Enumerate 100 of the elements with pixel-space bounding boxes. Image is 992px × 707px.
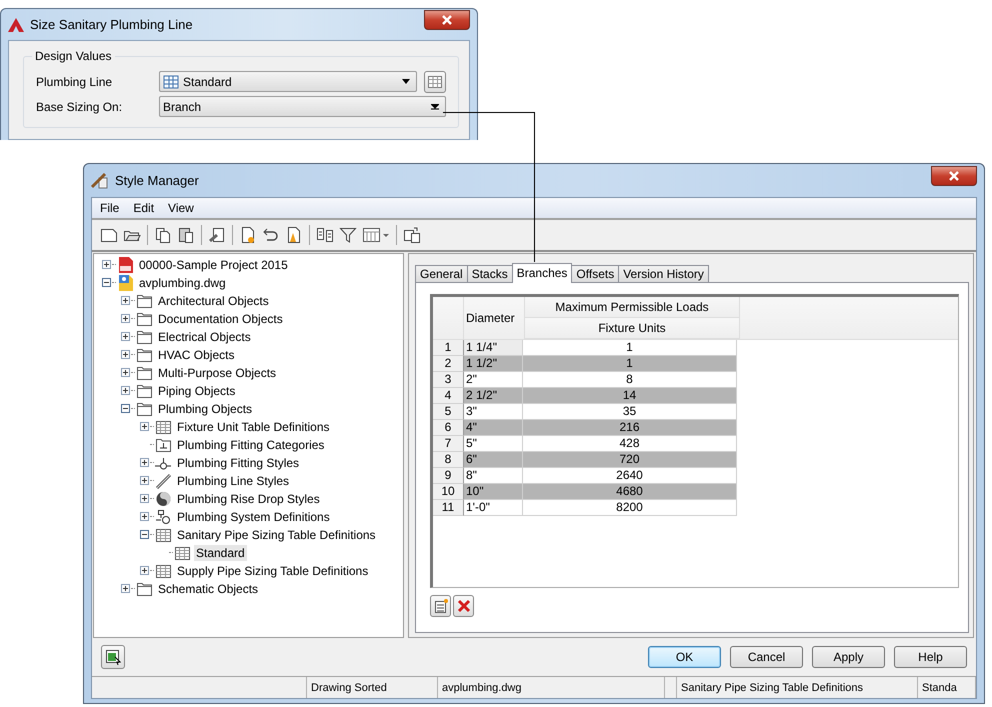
tree-item[interactable]: HVAC Objects xyxy=(156,346,236,363)
expander-icon[interactable] xyxy=(102,278,111,288)
expander-icon[interactable] xyxy=(140,476,149,486)
table-icon xyxy=(155,526,172,543)
tree-item[interactable]: Architectural Objects xyxy=(156,292,271,309)
column-header: Fixture Units xyxy=(525,318,739,339)
expander-icon[interactable] xyxy=(140,530,149,540)
tree-item[interactable]: Supply Pipe Sizing Table Definitions xyxy=(175,562,370,579)
dialog-button[interactable]: Cancel xyxy=(730,646,803,668)
table-cell: 2" xyxy=(464,372,523,388)
brush-document-icon[interactable] xyxy=(208,226,226,244)
delete-button[interactable] xyxy=(453,594,474,617)
brush-document-icon xyxy=(91,172,109,188)
table-editor-button[interactable] xyxy=(424,70,446,92)
menu-item[interactable]: Edit xyxy=(128,200,160,215)
table-cell: 8 xyxy=(523,372,737,388)
row-number: 3 xyxy=(433,372,464,388)
table-icon xyxy=(163,74,179,88)
status-pane: Standa xyxy=(918,677,976,698)
row-number: 7 xyxy=(433,436,464,452)
drawing-file-icon xyxy=(117,274,134,291)
table-cell: 1 1/2" xyxy=(464,356,523,372)
row-number: 1 xyxy=(433,340,464,356)
tree-item[interactable]: Electrical Objects xyxy=(156,328,253,345)
folder-icon xyxy=(136,328,153,345)
expander-icon[interactable] xyxy=(121,332,130,342)
expander-icon[interactable] xyxy=(121,368,130,378)
table-cell: 8" xyxy=(464,468,523,484)
folder-icon xyxy=(136,310,153,327)
project-file-icon xyxy=(117,256,134,273)
table-cell: 2 1/2" xyxy=(464,388,523,404)
tree-item[interactable]: Schematic Objects xyxy=(156,580,260,597)
row-number: 5 xyxy=(433,404,464,420)
compare-icon[interactable] xyxy=(316,226,334,244)
tree-item[interactable]: Plumbing System Definitions xyxy=(175,508,332,525)
row-number: 8 xyxy=(433,452,464,468)
table-cell: 1 1/4" xyxy=(464,340,523,356)
paste-icon[interactable] xyxy=(177,226,195,244)
tree-item[interactable]: 00000-Sample Project 2015 xyxy=(137,256,290,273)
viewer-button[interactable] xyxy=(101,645,125,670)
expander-icon[interactable] xyxy=(121,404,130,414)
tree-item[interactable]: Plumbing Line Styles xyxy=(175,472,292,489)
dialog-button[interactable]: Help xyxy=(894,646,967,668)
expander-icon[interactable] xyxy=(121,350,130,360)
tree-item[interactable]: Piping Objects xyxy=(156,382,238,399)
tree-item[interactable]: Plumbing Objects xyxy=(156,400,254,417)
row-number: 6 xyxy=(433,420,464,436)
menu-item[interactable]: File xyxy=(95,200,124,215)
tab[interactable]: General xyxy=(415,264,468,282)
close-button[interactable] xyxy=(424,10,470,30)
expander-icon[interactable] xyxy=(121,584,130,594)
table-cell: 35 xyxy=(523,404,737,420)
close-button[interactable] xyxy=(931,166,977,186)
expander-icon[interactable] xyxy=(140,458,149,468)
table-cell: 428 xyxy=(523,436,737,452)
expander-icon[interactable] xyxy=(121,314,130,324)
tree-item[interactable]: Plumbing Fitting Categories xyxy=(175,436,326,453)
tree-item[interactable]: Multi-Purpose Objects xyxy=(156,364,278,381)
dialog-button[interactable]: Apply xyxy=(812,646,885,668)
expander-icon[interactable] xyxy=(140,512,149,522)
tree-item[interactable]: Sanitary Pipe Sizing Table Definitions xyxy=(175,526,378,543)
tree-item[interactable]: Plumbing Rise Drop Styles xyxy=(175,490,322,507)
tree-item[interactable]: Standard xyxy=(194,544,247,561)
column-header: Diameter xyxy=(464,296,525,339)
tree-item[interactable]: Fixture Unit Table Definitions xyxy=(175,418,332,435)
status-pane: Sanitary Pipe Sizing Table Definitions xyxy=(677,677,918,698)
expander-icon[interactable] xyxy=(121,386,130,396)
expander-icon[interactable] xyxy=(102,260,111,270)
table-icon xyxy=(155,418,172,435)
row-number: 9 xyxy=(433,468,464,484)
document-star-icon[interactable] xyxy=(239,226,257,244)
folder-icon xyxy=(136,292,153,309)
add-row-button[interactable] xyxy=(430,594,451,617)
close-icon xyxy=(441,14,453,24)
document-arrow-icon[interactable] xyxy=(403,226,421,244)
expander-icon[interactable] xyxy=(140,422,149,432)
style-dropdown[interactable]: Standard xyxy=(159,71,417,92)
tree-item[interactable]: Documentation Objects xyxy=(156,310,285,327)
menu-item[interactable]: View xyxy=(163,200,199,215)
expander-icon[interactable] xyxy=(140,494,149,504)
folder-icon xyxy=(136,364,153,381)
column-group-header: Maximum Permissible Loads xyxy=(525,296,739,318)
tab[interactable]: Branches xyxy=(512,262,572,283)
tree-item[interactable]: avplumbing.dwg xyxy=(137,274,228,291)
filter-icon[interactable] xyxy=(339,226,357,244)
tab[interactable]: Stacks xyxy=(466,264,513,282)
tree-item[interactable]: Plumbing Fitting Styles xyxy=(175,454,302,471)
dialog-button[interactable]: OK xyxy=(648,646,721,668)
close-icon xyxy=(948,170,960,180)
tab[interactable]: Version History xyxy=(618,264,709,282)
dropdown[interactable]: Branch xyxy=(159,96,446,117)
table-cell: 6" xyxy=(464,452,523,468)
grid-dropdown-icon[interactable] xyxy=(362,226,390,244)
document-flag-icon[interactable] xyxy=(285,226,303,244)
table-cell: 2640 xyxy=(523,468,737,484)
expander-icon[interactable] xyxy=(121,296,130,306)
row-number: 4 xyxy=(433,388,464,404)
tab[interactable]: Offsets xyxy=(571,264,620,282)
expander-icon[interactable] xyxy=(140,566,149,576)
copy-icon[interactable] xyxy=(154,226,172,244)
